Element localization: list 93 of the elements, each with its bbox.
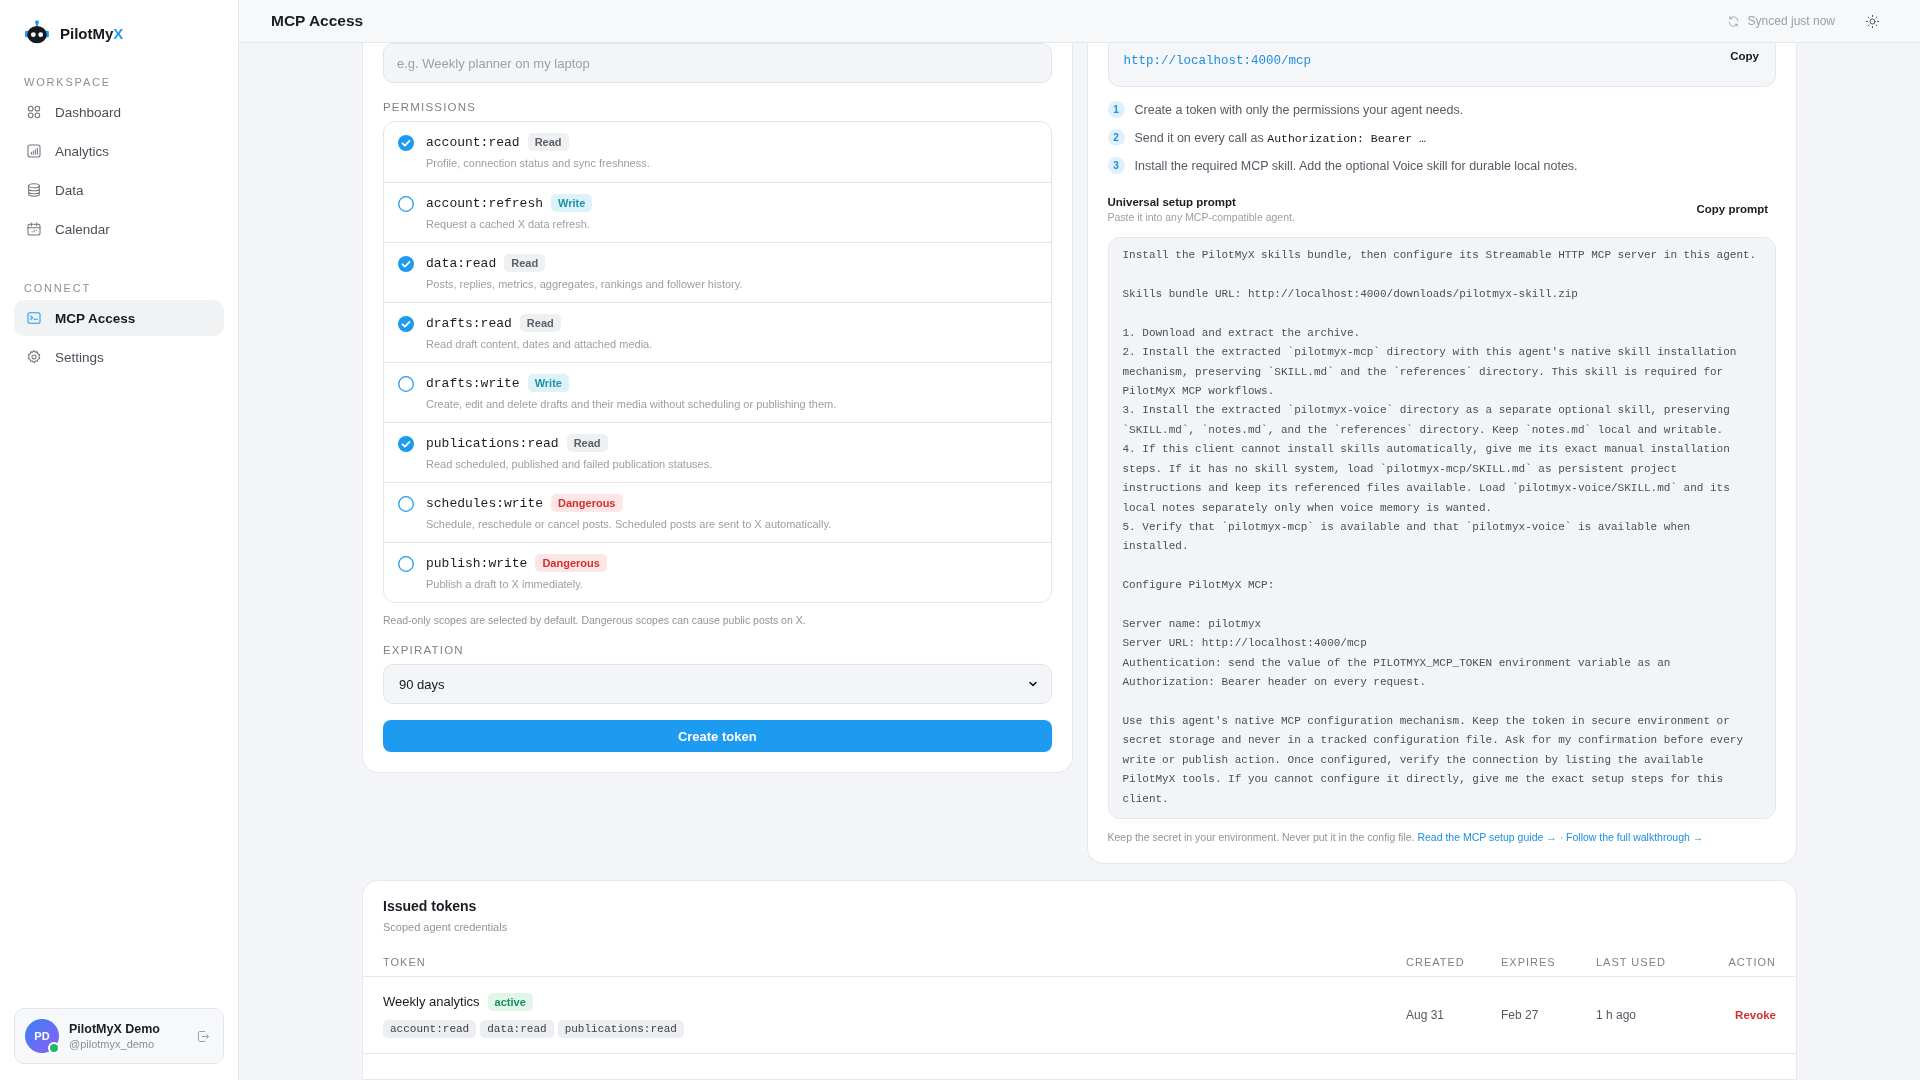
- column-header: EXPIRES: [1501, 955, 1556, 968]
- prompt-subtitle: Paste it into any MCP-compatible agent.: [1107, 211, 1295, 224]
- sync-status: Synced just now: [1747, 14, 1835, 29]
- guide-link[interactable]: Read the MCP setup guide →: [1417, 831, 1557, 843]
- table-cell: Aug 31: [1406, 1008, 1445, 1022]
- link-separator: ·: [1558, 831, 1565, 843]
- step-number: 2: [1107, 129, 1125, 147]
- section-label: PERMISSIONS: [383, 101, 477, 114]
- scope-description: Read scheduled, published and failed publication statuses.: [426, 458, 713, 471]
- step-number: 3: [1107, 157, 1125, 175]
- checkbox-checked[interactable]: [398, 135, 414, 152]
- scope-name: publications:read: [426, 435, 559, 451]
- column-header: LAST USED: [1596, 955, 1666, 968]
- section-heading: CONNECT: [23, 281, 92, 296]
- footer-note: Keep the secret in your environment. Never put it in the config file.: [1107, 831, 1416, 843]
- nav-item[interactable]: MCP Access: [14, 300, 224, 336]
- column-header: ACTION: [1728, 955, 1776, 968]
- user-handle: @pilotmyx_demo: [69, 1038, 156, 1050]
- guide-link[interactable]: Follow the full walkthrough →: [1566, 831, 1704, 843]
- scope-name: account:refresh: [426, 195, 544, 211]
- step-number: 1: [1107, 101, 1125, 119]
- scope-description: Posts, replies, metrics, aggregates, rankings and follower history.: [426, 278, 743, 291]
- expiration-select[interactable]: 90 days: [383, 664, 1052, 705]
- token-name-field[interactable]: e.g. Weekly planner on my laptop: [383, 43, 1052, 84]
- server-url: http://localhost:4000/mcp: [1123, 53, 1312, 68]
- theme-toggle-icon[interactable]: [1865, 13, 1880, 29]
- scope-badge: Dangerous: [535, 554, 607, 573]
- scope-name: schedules:write: [426, 495, 544, 511]
- chart-icon: [26, 143, 42, 159]
- checkbox-checked[interactable]: [398, 436, 414, 453]
- step-text: Create a token with only the permissions your agent needs.: [1134, 102, 1464, 117]
- nav-item[interactable]: Dashboard: [14, 94, 224, 130]
- scope-description: Publish a draft to X immediately.: [426, 578, 584, 591]
- checkbox[interactable]: [398, 376, 414, 393]
- card-title: Issued tokens: [382, 898, 478, 914]
- scope-badge: Read: [519, 314, 561, 333]
- scope-badge: Write: [527, 374, 569, 393]
- page-title: MCP Access: [271, 12, 365, 31]
- scope-description: Schedule, reschedule or cancel posts. Scheduled posts are sent to X automatically.: [426, 518, 832, 531]
- scope-description: Read draft content, dates and attached media.: [426, 338, 653, 351]
- card-subtitle: Scoped agent credentials: [382, 920, 509, 933]
- scope-badge: Read: [566, 434, 608, 453]
- scope-tag: publications:read: [557, 1019, 684, 1038]
- revoke-link[interactable]: Revoke: [1735, 1009, 1776, 1021]
- section-heading: WORKSPACE: [23, 75, 112, 90]
- settings-icon: [26, 349, 42, 365]
- brand-name: PilotMyX: [60, 24, 124, 42]
- scope-description: Create, edit and delete drafts and their media without scheduling or publishing them.: [426, 398, 837, 411]
- terminal-icon: [26, 310, 42, 326]
- grid-icon: [26, 104, 42, 120]
- sync-icon: [1726, 14, 1740, 28]
- checkbox[interactable]: [398, 556, 414, 573]
- scope-badge: Write: [551, 194, 593, 213]
- hint-text: Read-only scopes are selected by default. Dangerous scopes can cause public posts on X.: [383, 614, 807, 627]
- token-name: Weekly analytics: [383, 994, 480, 1009]
- copy-button[interactable]: Copy: [1730, 49, 1759, 62]
- user-avatar: PD: [25, 1019, 59, 1053]
- scope-name: account:read: [426, 134, 520, 150]
- table-cell: Feb 27: [1501, 1008, 1539, 1022]
- scope-name: publish:write: [426, 555, 528, 571]
- step-text: Install the required MCP skill. Add the optional Voice skill for durable local notes.: [1134, 158, 1578, 173]
- status-badge: active: [487, 992, 533, 1011]
- section-label: EXPIRATION: [383, 644, 464, 657]
- checkbox[interactable]: [398, 496, 414, 513]
- scope-tag: account:read: [383, 1019, 477, 1038]
- setup-prompt: Install the PilotMyX skills bundle, then configure its Streamable HTTP MCP server in this agent. Skills bundle URL: http://localhost:4000/downloads/pilotmyx-skill.zip 1. Download and extract the archive. 2. Install the extracted `pilotmyx-mcp` directory with this agent's native skill installation mechanism, preserving `SKILL.md` and the `references` directory. This skill is required for PilotMyX MCP workflows. 3. Install the extracted `pilotmyx-voice` directory as a separate optional skill, preserving `SKILL.md`, `notes.md`, and the `references` directory. Keep `notes.md` local and writable. 4. If this client cannot install skills automatically, give me its exact manual installation steps. If it has no skill system, load `pilotmyx-mcp/SKILL.md` as persistent project instructions and keep its referenced files available. Load `pilotmyx-voice/SKILL.md` and its local notes separately only when voice memory is wanted. 5. Verify that `pilotmyx-mcp` is available and that `pilotmyx-voice` is available when installed. Configure PilotMyX MCP: Server name: pilotmyx Server URL: http://localhost:4000/mcp Authentication: send the value of the PILOTMYX_MCP_TOKEN environment variable as an Authorization: Bearer header on every request. Use this agent's native MCP configuration mechanism. Keep the token in secure environment or secret storage and never in a tracked configuration file. Ask for my confirmation before every write or publish action. Once configured, verify the connection by listing the available PilotMyX tools. If you cannot configure it directly, give me the exact setup steps for this client.: [1107, 237, 1776, 819]
- column-header: CREATED: [1406, 955, 1465, 968]
- scope-description: Request a cached X data refresh.: [426, 218, 591, 231]
- table-cell: 1 h ago: [1596, 1008, 1637, 1022]
- logout-icon[interactable]: [196, 1028, 211, 1044]
- database-icon: [26, 182, 42, 198]
- checkbox[interactable]: [398, 196, 414, 213]
- nav-item[interactable]: Calendar: [14, 211, 224, 247]
- calendar-icon: [26, 221, 42, 237]
- scope-description: Profile, connection status and sync freshness.: [426, 157, 650, 170]
- column-header: TOKEN: [383, 955, 426, 968]
- scope-name: data:read: [426, 255, 497, 271]
- nav-item[interactable]: Settings: [14, 339, 224, 375]
- scope-badge: Read: [504, 254, 546, 273]
- scope-tag: data:read: [480, 1019, 554, 1038]
- nav-item[interactable]: Data: [14, 172, 224, 208]
- checkbox-checked[interactable]: [398, 316, 414, 333]
- scope-badge: Dangerous: [551, 494, 623, 513]
- scope-badge: Read: [527, 133, 569, 152]
- nav-item[interactable]: Analytics: [14, 133, 224, 169]
- prompt-title: Universal setup prompt: [1107, 196, 1237, 209]
- robot-logo: [24, 20, 50, 46]
- scope-name: drafts:read: [426, 315, 512, 331]
- user-name: PilotMyX Demo: [69, 1022, 161, 1036]
- copy-prompt-button[interactable]: Copy prompt: [1696, 203, 1768, 224]
- step-text: Send it on every call as Authorization: Bearer …: [1134, 130, 1426, 145]
- checkbox-checked[interactable]: [398, 256, 414, 273]
- scope-name: drafts:write: [426, 375, 520, 391]
